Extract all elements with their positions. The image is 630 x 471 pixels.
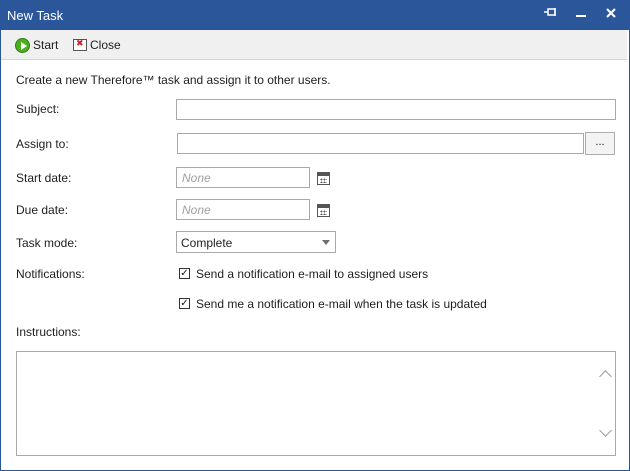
pin-icon[interactable] xyxy=(539,5,563,25)
start-button-label: Start xyxy=(33,38,59,52)
window-title: New Task xyxy=(7,8,64,23)
notify-assigned-label: Send a notification e-mail to assigned u… xyxy=(196,267,429,281)
minimize-icon[interactable] xyxy=(569,5,593,25)
close-document-icon xyxy=(73,38,87,51)
instructions-textarea[interactable] xyxy=(16,351,616,456)
subject-label: Subject: xyxy=(16,102,60,116)
notify-me-checkbox[interactable]: ✓ xyxy=(179,298,190,309)
due-date-input[interactable]: None xyxy=(176,199,310,220)
minimize-icon-glyph xyxy=(576,15,586,17)
close-button-label: Close xyxy=(90,38,121,52)
task-mode-label: Task mode: xyxy=(16,236,78,250)
start-button[interactable]: Start xyxy=(15,36,58,54)
browse-users-button[interactable]: ... xyxy=(585,132,615,155)
instructions-label: Instructions: xyxy=(16,325,81,339)
start-date-input[interactable]: None xyxy=(176,167,310,188)
assign-to-label: Assign to: xyxy=(16,137,69,151)
calendar-icon[interactable] xyxy=(317,204,330,217)
notify-assigned-checkbox[interactable]: ✓ xyxy=(179,268,190,279)
new-task-window: New Task Start Close xyxy=(0,0,630,471)
chevron-down-icon xyxy=(322,240,330,245)
close-icon[interactable] xyxy=(599,5,623,25)
toolbar: Start Close xyxy=(1,30,627,60)
calendar-icon[interactable] xyxy=(317,172,330,185)
close-button[interactable]: Close xyxy=(73,36,121,54)
subject-input[interactable] xyxy=(176,99,616,120)
intro-text: Create a new Therefore™ task and assign … xyxy=(16,73,331,87)
scroll-up-icon[interactable] xyxy=(599,370,612,383)
close-icon-glyph xyxy=(606,8,616,18)
pin-icon-glyph xyxy=(544,8,556,16)
start-date-label: Start date: xyxy=(16,171,72,185)
task-mode-select[interactable]: Complete xyxy=(176,231,336,253)
notifications-label: Notifications: xyxy=(16,267,85,281)
title-bar: New Task xyxy=(1,1,629,30)
due-date-label: Due date: xyxy=(16,203,69,217)
scroll-down-icon[interactable] xyxy=(599,424,612,437)
assign-to-input[interactable] xyxy=(177,133,584,154)
task-mode-value: Complete xyxy=(181,236,233,250)
start-icon xyxy=(15,37,30,53)
notify-me-label: Send me a notification e-mail when the t… xyxy=(196,297,487,311)
